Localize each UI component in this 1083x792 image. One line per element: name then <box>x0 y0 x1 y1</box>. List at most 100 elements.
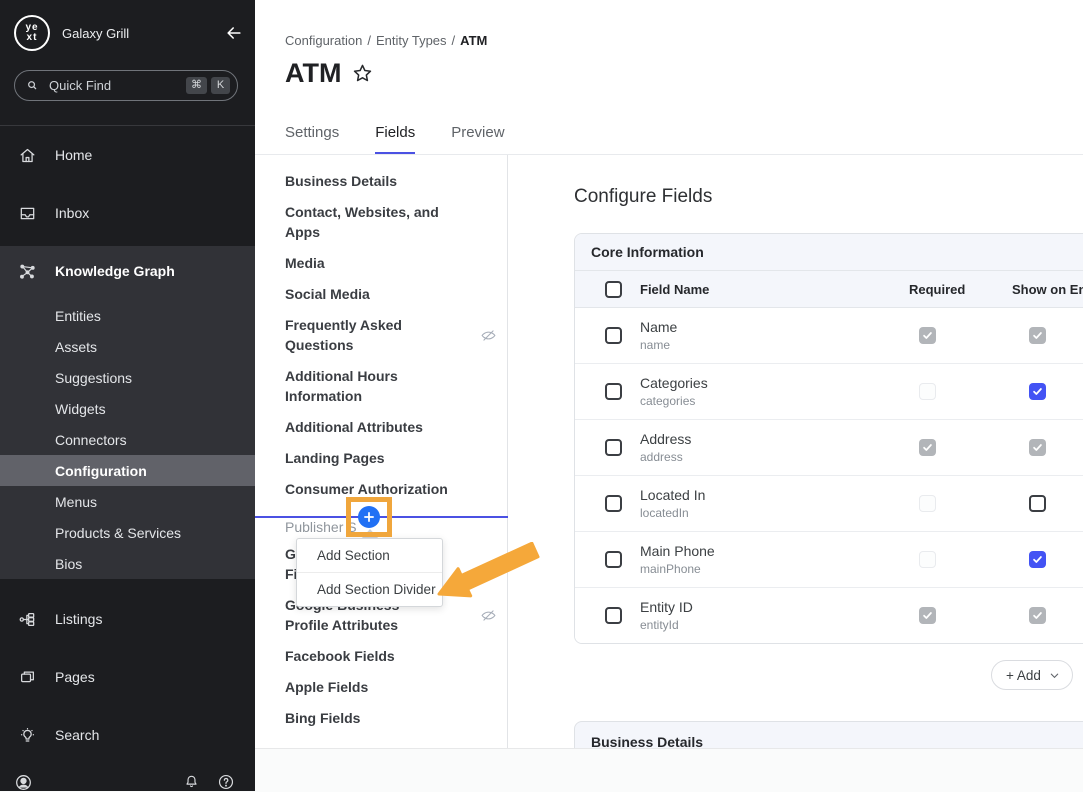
field-display-name: Main Phone <box>640 542 880 560</box>
field-api-name: name <box>640 337 880 353</box>
field-section-media[interactable]: Media <box>285 253 497 273</box>
sidebar-item-label: Home <box>55 147 92 163</box>
k-key-badge: K <box>211 77 230 94</box>
page-title: ATM <box>285 57 341 89</box>
sidebar-nav-top: Home Inbox <box>0 140 255 256</box>
quick-find-search[interactable]: ⌘ K <box>14 70 238 101</box>
required-cell <box>880 383 970 400</box>
listings-icon <box>18 610 37 629</box>
sidebar-item-connectors[interactable]: Connectors <box>0 424 255 455</box>
row-checkbox[interactable] <box>605 383 622 400</box>
field-name-cell: Namename <box>640 318 880 353</box>
required-checkbox <box>919 495 936 512</box>
field-section-contact-websites-and-apps[interactable]: Contact, Websites, and Apps <box>285 202 497 242</box>
tab-settings[interactable]: Settings <box>285 124 339 155</box>
sidebar-item-pages[interactable]: Pages <box>0 662 255 692</box>
bell-icon[interactable] <box>183 773 202 792</box>
required-checkbox <box>919 327 936 344</box>
sidebar-item-search[interactable]: Search <box>0 720 255 750</box>
add-section-menu: Add SectionAdd Section Divider <box>296 538 443 607</box>
show-on-entity-checkbox[interactable] <box>1029 383 1046 400</box>
tab-preview[interactable]: Preview <box>451 124 504 155</box>
breadcrumb-separator: / <box>367 33 371 48</box>
sidebar-item-products-services[interactable]: Products & Services <box>0 517 255 548</box>
sidebar-item-suggestions[interactable]: Suggestions <box>0 362 255 393</box>
account-name: Galaxy Grill <box>62 26 129 41</box>
menu-item-add-section-divider[interactable]: Add Section Divider <box>297 572 442 606</box>
add-field-button[interactable]: + Add <box>991 660 1073 690</box>
inbox-icon <box>18 204 37 223</box>
field-section-social-media[interactable]: Social Media <box>285 284 497 304</box>
sidebar-item-home[interactable]: Home <box>0 140 255 170</box>
show-on-entity-checkbox[interactable] <box>1029 551 1046 568</box>
row-select-cell <box>575 383 640 400</box>
cmd-key-badge: ⌘ <box>186 77 207 94</box>
show-on-entity-checkbox <box>1029 327 1046 344</box>
row-select-cell <box>575 439 640 456</box>
field-section-facebook-fields[interactable]: Facebook Fields <box>285 646 497 666</box>
knowledge-graph-icon <box>18 262 37 281</box>
sidebar: ye xt Galaxy Grill ⌘ K HomeInbox Knowled… <box>0 0 255 791</box>
help-icon[interactable] <box>217 773 236 792</box>
field-section-landing-pages[interactable]: Landing Pages <box>285 448 497 468</box>
field-sections-panel: Business Details Contact, Websites, and A… <box>255 155 508 748</box>
home-icon <box>18 146 37 165</box>
search-icon <box>25 78 40 93</box>
sidebar-item-widgets[interactable]: Widgets <box>0 393 255 424</box>
table-row-located-in: Located InlocatedIn <box>575 476 1083 532</box>
collapse-sidebar-arrow-icon[interactable] <box>224 23 244 43</box>
field-section-frequently-asked-questions[interactable]: Frequently Asked Questions <box>285 315 497 355</box>
menu-item-add-section[interactable]: Add Section <box>297 539 442 572</box>
row-select-cell <box>575 551 640 568</box>
sidebar-item-menus[interactable]: Menus <box>0 486 255 517</box>
row-checkbox[interactable] <box>605 495 622 512</box>
show-on-entity-cell <box>970 607 1083 624</box>
row-checkbox[interactable] <box>605 607 622 624</box>
required-cell <box>880 439 970 456</box>
field-section-bing-fields[interactable]: Bing Fields <box>285 708 497 728</box>
row-checkbox[interactable] <box>605 327 622 344</box>
field-api-name: mainPhone <box>640 561 880 577</box>
favorite-star-icon[interactable] <box>351 62 374 85</box>
field-section-label: Additional Hours Information <box>285 366 398 406</box>
table-row-main-phone: Main PhonemainPhone <box>575 532 1083 588</box>
eye-slash-icon <box>480 327 497 344</box>
sidebar-footer <box>14 773 236 792</box>
sidebar-item-inbox[interactable]: Inbox <box>0 198 255 228</box>
eye-slash-icon <box>480 607 497 624</box>
sidebar-item-knowledge-graph[interactable]: Knowledge Graph <box>0 256 255 286</box>
search-input[interactable] <box>47 77 151 94</box>
select-all-checkbox[interactable] <box>605 281 622 298</box>
field-section-consumer-authorization[interactable]: Consumer Authorization <box>285 479 497 499</box>
field-api-name: locatedIn <box>640 505 880 521</box>
field-section-additional-attributes[interactable]: Additional Attributes <box>285 417 497 437</box>
sidebar-item-bios[interactable]: Bios <box>0 548 255 579</box>
sidebar-item-assets[interactable]: Assets <box>0 331 255 362</box>
field-section-business-details[interactable]: Business Details <box>285 171 497 191</box>
field-section-label: Business Details <box>285 171 397 191</box>
field-name-cell: Entity IDentityId <box>640 598 880 633</box>
breadcrumb-entity-types[interactable]: Entity Types <box>376 33 447 48</box>
breadcrumb-configuration[interactable]: Configuration <box>285 33 362 48</box>
required-cell <box>880 327 970 344</box>
show-on-entity-checkbox <box>1029 439 1046 456</box>
avatar-icon[interactable] <box>14 773 33 792</box>
show-on-entity-checkbox[interactable] <box>1029 495 1046 512</box>
select-all-cell <box>575 281 640 298</box>
field-name-cell: Located InlocatedIn <box>640 486 880 521</box>
table-row-categories: Categoriescategories <box>575 364 1083 420</box>
sidebar-item-configuration[interactable]: Configuration <box>0 455 255 486</box>
sidebar-item-entities[interactable]: Entities <box>0 300 255 331</box>
show-on-entity-cell <box>970 383 1083 400</box>
sidebar-item-label: Search <box>55 727 99 743</box>
add-row: + Add <box>574 660 1083 690</box>
sidebar-item-listings[interactable]: Listings <box>0 604 255 634</box>
sidebar-item-label: Listings <box>55 611 102 627</box>
row-checkbox[interactable] <box>605 551 622 568</box>
chevron-down-icon <box>1049 670 1060 681</box>
table-body: NamenameCategoriescategoriesAddressaddre… <box>575 308 1083 643</box>
row-checkbox[interactable] <box>605 439 622 456</box>
field-section-apple-fields[interactable]: Apple Fields <box>285 677 497 697</box>
tab-fields[interactable]: Fields <box>375 124 415 155</box>
field-section-additional-hours-information[interactable]: Additional Hours Information <box>285 366 497 406</box>
